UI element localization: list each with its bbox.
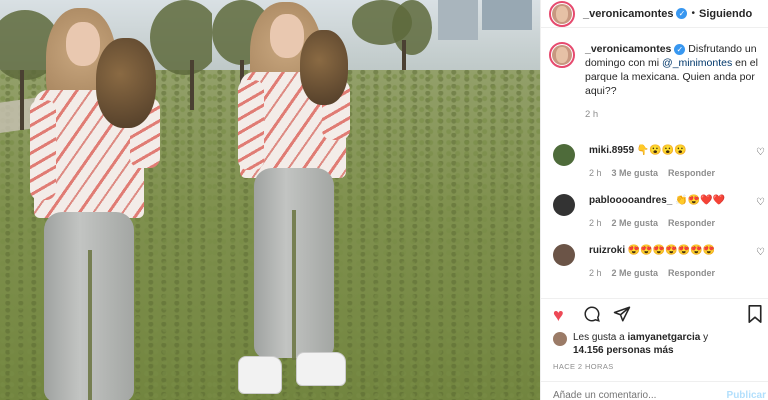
dog-left [96, 38, 156, 128]
comment-reply-button[interactable]: Responder [668, 218, 715, 228]
comment-username[interactable]: miki.8959 [589, 145, 634, 156]
comment-item: miki.8959 👇😮😮😮 2 h 3 Me gusta Responder ♡ [553, 144, 767, 180]
photo-right-half [212, 0, 540, 400]
comment-text: 😍😍😍😍😍😍😍 [627, 245, 716, 256]
comment-avatar[interactable] [553, 244, 575, 266]
comment-username[interactable]: pablooooandres_ [589, 195, 672, 206]
heart-outline-icon[interactable]: ♡ [756, 147, 765, 158]
post-header: _veronicamontes ✓ • Siguiendo [541, 0, 768, 28]
add-comment-bar: Publicar [541, 381, 768, 400]
comment-item: pablooooandres_ 👏😍❤️❤️ 2 h 2 Me gusta Resp… [553, 194, 767, 230]
comment-likes[interactable]: 2 Me gusta [612, 268, 659, 278]
comment-likes[interactable]: 3 Me gusta [612, 168, 659, 178]
author-avatar[interactable] [549, 0, 575, 27]
heart-outline-icon[interactable]: ♡ [756, 197, 765, 208]
comment-icon[interactable] [583, 305, 601, 327]
comment-input[interactable] [553, 390, 713, 400]
heart-filled-icon[interactable]: ♥ [553, 305, 564, 325]
liker-username[interactable]: iamyanetgarcia [627, 332, 700, 343]
verified-badge-icon: ✓ [674, 43, 686, 55]
liker-avatar[interactable] [553, 332, 567, 346]
verified-badge-icon: ✓ [676, 8, 688, 19]
share-icon[interactable] [613, 305, 631, 327]
following-button[interactable]: Siguiendo [699, 8, 752, 20]
caption-time: 2 h [585, 109, 599, 120]
separator-dot: • [691, 8, 695, 19]
comment-text: 👏😍❤️❤️ [675, 195, 725, 206]
post-caption: _veronicamontes ✓ Disfrutando un domingo … [541, 28, 768, 122]
author-username[interactable]: _veronicamontes [583, 8, 673, 20]
bookmark-icon[interactable] [748, 305, 762, 327]
likes-prefix: Les gusta a [573, 332, 628, 343]
likes-mid: y [700, 332, 709, 343]
likes-summary: Les gusta a iamyanetgarcia y 14.156 pers… [553, 331, 763, 357]
caption-mention[interactable]: @_minimontes [662, 57, 732, 69]
post-photo[interactable] [0, 0, 540, 400]
posted-ago: HACE 2 HORAS [553, 362, 614, 371]
actions-divider [541, 298, 768, 299]
comment-time: 2 h [589, 218, 602, 228]
comment-item: ruizroki 😍😍😍😍😍😍😍 2 h2 Me gusta Responder … [553, 244, 767, 280]
post-side-panel: _veronicamontes ✓ • Siguiendo _veronicam… [540, 0, 768, 400]
comment-reply-button[interactable]: Responder [668, 168, 715, 178]
caption-avatar[interactable] [549, 42, 575, 68]
post-actions: ♥ [553, 305, 762, 327]
photo-left-half [0, 0, 212, 400]
publish-button[interactable]: Publicar [727, 390, 766, 400]
dog-right [300, 30, 348, 105]
heart-outline-icon[interactable]: ♡ [756, 247, 765, 258]
comment-avatar[interactable] [553, 144, 575, 166]
comment-likes[interactable]: 2 Me gusta [612, 218, 659, 228]
likes-count[interactable]: 14.156 personas más [573, 345, 674, 356]
comment-time: 2 h [589, 168, 602, 178]
comment-reply-button[interactable]: Responder [668, 268, 715, 278]
comment-text: 👇😮😮😮 [636, 145, 687, 156]
comment-username[interactable]: ruizroki [589, 245, 625, 256]
comment-time: 2 h [589, 268, 602, 278]
caption-username[interactable]: _veronicamontes [585, 43, 671, 55]
comment-avatar[interactable] [553, 194, 575, 216]
